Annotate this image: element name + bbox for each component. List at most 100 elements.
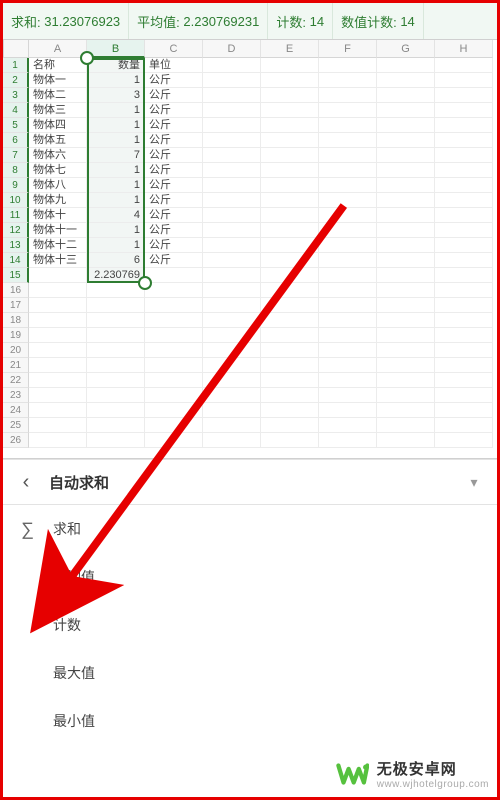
- row-header-19[interactable]: 19: [3, 328, 29, 343]
- cell-B19[interactable]: [87, 328, 145, 343]
- cell-D18[interactable]: [203, 313, 261, 328]
- cell-D21[interactable]: [203, 358, 261, 373]
- cell-F1[interactable]: [319, 58, 377, 73]
- cell-F23[interactable]: [319, 388, 377, 403]
- cell-F2[interactable]: [319, 73, 377, 88]
- cell-E8[interactable]: [261, 163, 319, 178]
- cell-D8[interactable]: [203, 163, 261, 178]
- column-header-D[interactable]: D: [203, 40, 261, 58]
- cell-A22[interactable]: [29, 373, 87, 388]
- cell-G1[interactable]: [377, 58, 435, 73]
- cell-A14[interactable]: 物体十三: [29, 253, 87, 268]
- cell-E14[interactable]: [261, 253, 319, 268]
- cell-D14[interactable]: [203, 253, 261, 268]
- cell-E21[interactable]: [261, 358, 319, 373]
- cell-H18[interactable]: [435, 313, 493, 328]
- cell-D3[interactable]: [203, 88, 261, 103]
- cell-B16[interactable]: [87, 283, 145, 298]
- cell-C26[interactable]: [145, 433, 203, 448]
- cell-H13[interactable]: [435, 238, 493, 253]
- cell-C7[interactable]: 公斤: [145, 148, 203, 163]
- cell-F12[interactable]: [319, 223, 377, 238]
- cell-D16[interactable]: [203, 283, 261, 298]
- cell-G22[interactable]: [377, 373, 435, 388]
- cell-C9[interactable]: 公斤: [145, 178, 203, 193]
- cell-C3[interactable]: 公斤: [145, 88, 203, 103]
- cell-B3[interactable]: 3: [87, 88, 145, 103]
- cell-F21[interactable]: [319, 358, 377, 373]
- cell-B24[interactable]: [87, 403, 145, 418]
- cell-H2[interactable]: [435, 73, 493, 88]
- cell-A9[interactable]: 物体八: [29, 178, 87, 193]
- cell-F5[interactable]: [319, 118, 377, 133]
- cell-H7[interactable]: [435, 148, 493, 163]
- cell-A6[interactable]: 物体五: [29, 133, 87, 148]
- cell-B8[interactable]: 1: [87, 163, 145, 178]
- row-header-24[interactable]: 24: [3, 403, 29, 418]
- cell-G9[interactable]: [377, 178, 435, 193]
- cell-C10[interactable]: 公斤: [145, 193, 203, 208]
- spreadsheet[interactable]: ABCDEFGH 1234567891011121314151617181920…: [3, 39, 497, 459]
- cell-H10[interactable]: [435, 193, 493, 208]
- cell-A3[interactable]: 物体二: [29, 88, 87, 103]
- cell-C21[interactable]: [145, 358, 203, 373]
- row-header-15[interactable]: 15: [3, 268, 29, 283]
- cell-B22[interactable]: [87, 373, 145, 388]
- cell-G16[interactable]: [377, 283, 435, 298]
- cell-G17[interactable]: [377, 298, 435, 313]
- cell-H1[interactable]: [435, 58, 493, 73]
- cell-A4[interactable]: 物体三: [29, 103, 87, 118]
- cell-C24[interactable]: [145, 403, 203, 418]
- cell-D25[interactable]: [203, 418, 261, 433]
- cell-E17[interactable]: [261, 298, 319, 313]
- cell-E7[interactable]: [261, 148, 319, 163]
- cell-F9[interactable]: [319, 178, 377, 193]
- menu-item-2[interactable]: 计数: [3, 601, 497, 649]
- cell-B18[interactable]: [87, 313, 145, 328]
- cell-A17[interactable]: [29, 298, 87, 313]
- column-header-F[interactable]: F: [319, 40, 377, 58]
- cell-E22[interactable]: [261, 373, 319, 388]
- column-header-G[interactable]: G: [377, 40, 435, 58]
- cell-G13[interactable]: [377, 238, 435, 253]
- row-header-9[interactable]: 9: [3, 178, 29, 193]
- row-header-7[interactable]: 7: [3, 148, 29, 163]
- cell-G19[interactable]: [377, 328, 435, 343]
- column-header-B[interactable]: B: [87, 40, 145, 58]
- cell-C4[interactable]: 公斤: [145, 103, 203, 118]
- cell-B25[interactable]: [87, 418, 145, 433]
- cell-F22[interactable]: [319, 373, 377, 388]
- cell-E1[interactable]: [261, 58, 319, 73]
- cell-D12[interactable]: [203, 223, 261, 238]
- cell-H19[interactable]: [435, 328, 493, 343]
- row-header-23[interactable]: 23: [3, 388, 29, 403]
- cell-B26[interactable]: [87, 433, 145, 448]
- cell-C19[interactable]: [145, 328, 203, 343]
- cell-F6[interactable]: [319, 133, 377, 148]
- cell-A10[interactable]: 物体九: [29, 193, 87, 208]
- cell-A13[interactable]: 物体十二: [29, 238, 87, 253]
- cell-H23[interactable]: [435, 388, 493, 403]
- cell-G5[interactable]: [377, 118, 435, 133]
- cell-A1[interactable]: 名称: [29, 58, 87, 73]
- cell-E10[interactable]: [261, 193, 319, 208]
- menu-item-1[interactable]: 平均值: [3, 553, 497, 601]
- row-header-2[interactable]: 2: [3, 73, 29, 88]
- cell-G24[interactable]: [377, 403, 435, 418]
- cell-F24[interactable]: [319, 403, 377, 418]
- cell-H26[interactable]: [435, 433, 493, 448]
- cell-H6[interactable]: [435, 133, 493, 148]
- column-header-H[interactable]: H: [435, 40, 493, 58]
- cell-C13[interactable]: 公斤: [145, 238, 203, 253]
- cell-E24[interactable]: [261, 403, 319, 418]
- cell-D20[interactable]: [203, 343, 261, 358]
- cell-H14[interactable]: [435, 253, 493, 268]
- row-header-20[interactable]: 20: [3, 343, 29, 358]
- cell-E4[interactable]: [261, 103, 319, 118]
- cell-F8[interactable]: [319, 163, 377, 178]
- row-header-16[interactable]: 16: [3, 283, 29, 298]
- cell-D19[interactable]: [203, 328, 261, 343]
- cell-E26[interactable]: [261, 433, 319, 448]
- menu-item-0[interactable]: ∑求和: [3, 505, 497, 553]
- row-header-21[interactable]: 21: [3, 358, 29, 373]
